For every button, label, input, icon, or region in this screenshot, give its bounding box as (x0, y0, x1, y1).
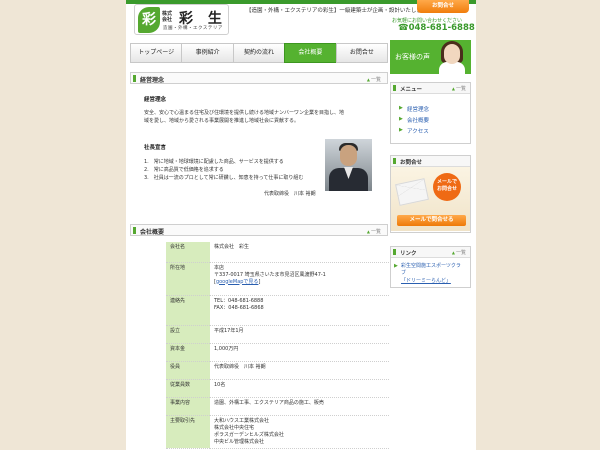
profile-header: 会社概要 一覧 (130, 224, 388, 236)
declaration-heading: 社長宣言 (144, 145, 167, 151)
table-row: 事業内容 造園、外構工事、エクステリア商品の施工、販売 (166, 397, 389, 416)
arrow-icon: ▶ (394, 263, 398, 269)
contact-title: お問合せ (400, 160, 423, 166)
top-link[interactable]: 一覧 (452, 85, 466, 92)
declaration-item-1: 1. 常に地域・地球環境に配慮した商品、サービスを提供する (144, 159, 284, 165)
row-value: TEL：048-681-6888 FAX：048-681-6868 (210, 295, 389, 326)
menu-box: メニュー 一覧 ▶経営理念 ▶会社概要 ▶アクセス (390, 82, 471, 144)
table-row: 従業員数 10名 (166, 379, 389, 398)
menu-item-profile[interactable]: ▶ 会社概要 (391, 114, 470, 125)
nav-contact[interactable]: お問合せ (335, 43, 389, 63)
table-row: 設立 平成17年1月 (166, 325, 389, 344)
mail-contact-button[interactable]: メールで問合せる (397, 215, 466, 226)
row-key: 所在地 (166, 262, 210, 296)
row-value: 造園、外構工事、エクステリア商品の施工、販売 (210, 397, 389, 416)
row-value: 大和ハウス工業株式会社 株式会社中央住宅 ポラスガーデンヒルズ株式会社 中央ビル… (210, 415, 389, 449)
section-bar (133, 75, 136, 82)
top-link[interactable]: 一覧 (367, 76, 381, 83)
row-key: 役員 (166, 361, 210, 380)
row-key: 従業員数 (166, 379, 210, 398)
phone-number[interactable]: ☎048-681-6888 (398, 23, 475, 33)
philosophy-header: 経営理念 一覧 (130, 72, 388, 84)
main-nav: トップページ 事例紹介 契約の流れ 会社概要 お問合せ (130, 43, 389, 63)
philosophy-line-1: 安全、安心で心温まる住宅及び住環境を提供し続ける地域ナンバーワン企業を目指し、地 (144, 110, 345, 116)
menu-header: メニュー 一覧 (391, 83, 470, 94)
section-bar (133, 227, 136, 234)
table-row: 会社名 株式会社 彩生 (166, 242, 389, 263)
contact-header: お問合せ (391, 156, 470, 167)
menu-title: メニュー (400, 87, 423, 93)
arrow-icon: ▶ (399, 127, 403, 133)
row-key: 会社名 (166, 242, 210, 263)
nav-top[interactable]: トップページ (130, 43, 182, 63)
nav-company[interactable]: 会社概要 (284, 43, 336, 63)
table-row: 資本金 1,000万円 (166, 343, 389, 362)
row-value: 代表取締役 川本 裕朗 (210, 361, 389, 380)
top-link[interactable]: 一覧 (452, 249, 466, 256)
company-profile-table: 会社名 株式会社 彩生 所在地 本店 〒337-0017 埼玉県さいたま市見沼区… (166, 242, 389, 449)
row-value: 本店 〒337-0017 埼玉県さいたま市見沼区風渡野47-1 [googleM… (210, 262, 389, 296)
arrow-icon: ▶ (399, 116, 403, 122)
top-link[interactable]: 一覧 (367, 228, 381, 235)
declaration-item-2: 2. 常に高品質で低価格を追求する (144, 167, 224, 173)
logo[interactable]: 彩 株式会社 彩 生 造園・外構・エクステリア (134, 4, 229, 35)
philosophy-line-2: 域を愛し、地域から愛される事業展開を推進し地域社会に貢献する。 (144, 118, 300, 124)
table-row: 役員 代表取締役 川本 裕朗 (166, 361, 389, 380)
menu-item-access[interactable]: ▶ アクセス (391, 125, 470, 136)
customer-voice-banner[interactable]: お客様の声 (390, 40, 471, 74)
row-value: 1,000万円 (210, 343, 389, 362)
declaration-item-3: 3. 社員は一流のプロとして常に研鑽し、知恵を持って仕事に取り組む (144, 175, 304, 181)
philosophy-heading: 経営理念 (144, 97, 167, 103)
president-photo (325, 139, 372, 191)
logo-tag: 造園・外構・エクステリア (163, 26, 223, 31)
section-title: 経営理念 (140, 77, 165, 84)
contact-button[interactable]: お問合せ (417, 0, 469, 13)
row-value: 平成17年1月 (210, 325, 389, 344)
nav-flow[interactable]: 契約の流れ (232, 43, 285, 63)
link-title: リンク (400, 251, 417, 257)
table-row: 連絡先 TEL：048-681-6888 FAX：048-681-6868 (166, 295, 389, 326)
row-value: 株式会社 彩生 (210, 242, 389, 263)
mail-badge: メールで お問合せ (433, 173, 461, 201)
menu-item-philosophy[interactable]: ▶ 経営理念 (391, 103, 470, 114)
row-key: 事業内容 (166, 397, 210, 416)
logo-sub: 株式会社 (162, 11, 173, 23)
row-value: 10名 (210, 379, 389, 398)
contact-box: お問合せ メールで お問合せ メールで問合せる (390, 155, 471, 233)
envelope-icon (395, 178, 429, 206)
row-key: 連絡先 (166, 295, 210, 326)
nav-works[interactable]: 事例紹介 (181, 43, 233, 63)
arrow-icon: ▶ (399, 105, 403, 111)
section-title: 会社概要 (140, 229, 165, 236)
row-key: 主要取引先 (166, 415, 210, 449)
row-key: 設立 (166, 325, 210, 344)
google-map-link[interactable]: googleMapで見る (216, 279, 258, 285)
link-item-sub[interactable]: 「ドリーミーらんど」 (391, 277, 470, 287)
row-key: 資本金 (166, 343, 210, 362)
link-item[interactable]: ▶ 彩生空間施工スポーツクラブ (391, 258, 470, 277)
table-row: 主要取引先 大和ハウス工業株式会社 株式会社中央住宅 ポラスガーデンヒルズ株式会… (166, 415, 389, 449)
signature: 代表取締役 川本 裕朗 (264, 191, 316, 197)
link-box: リンク 一覧 ▶彩生空間施工スポーツクラブ 「ドリーミーらんど」 (390, 246, 471, 288)
customer-voice-label: お客様の声 (395, 53, 430, 61)
table-row: 所在地 本店 〒337-0017 埼玉県さいたま市見沼区風渡野47-1 [goo… (166, 262, 389, 296)
mail-panel: メールで お問合せ メールで問合せる (391, 167, 470, 231)
link-header: リンク 一覧 (391, 247, 470, 258)
logo-mark: 彩 (138, 7, 160, 33)
